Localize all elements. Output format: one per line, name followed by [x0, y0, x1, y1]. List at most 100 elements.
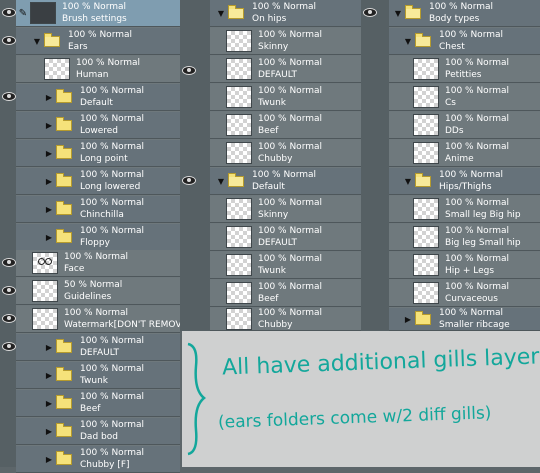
- layer-chest-cs[interactable]: 100 % Normal Cs: [389, 84, 540, 111]
- layers-panel-middle: ▼ 100 % Normal On hips 100 % Normal Skinny…: [180, 0, 361, 331]
- folder-icon: [56, 422, 72, 437]
- layer-name: Hip + Legs: [445, 266, 495, 276]
- folder-ears-lowered[interactable]: ▶ 100 % Normal Lowered: [16, 112, 180, 139]
- layer-brush-settings[interactable]: ✎ 100 % Normal Brush settings: [16, 0, 180, 27]
- layer-face[interactable]: 100 % Normal Face: [16, 250, 180, 277]
- chevron-right-icon[interactable]: ▶: [44, 233, 54, 242]
- chevron-right-icon[interactable]: ▶: [44, 121, 54, 130]
- eye-icon[interactable]: [182, 176, 196, 185]
- folder-body-default[interactable]: ▶ 100 % Normal DEFAULT: [16, 334, 180, 361]
- eye-icon[interactable]: [2, 342, 16, 351]
- folder-ears[interactable]: ▼ 100 % Normal Ears: [16, 28, 180, 55]
- layer-mode: 100 % Normal: [258, 114, 323, 124]
- layer-mode: 100 % Normal: [80, 420, 145, 430]
- layer-default-skinny[interactable]: 100 % Normal Skinny: [210, 196, 361, 223]
- chevron-right-icon[interactable]: ▶: [44, 149, 54, 158]
- chevron-right-icon[interactable]: ▶: [44, 343, 54, 352]
- layer-default-twunk[interactable]: 100 % Normal Twunk: [210, 252, 361, 279]
- layer-mode: 100 % Normal: [258, 86, 323, 96]
- folder-body-chubby[interactable]: ▶ 100 % Normal Chubby [F]: [16, 446, 180, 473]
- layer-thumbnail: [226, 254, 252, 276]
- layer-small-leg-big-hip[interactable]: 100 % Normal Small leg Big hip: [389, 196, 540, 223]
- layer-mode: 100 % Normal: [439, 308, 504, 318]
- chevron-down-icon[interactable]: ▼: [403, 177, 413, 186]
- folder-hips-thighs[interactable]: ▼ 100 % Normal Hips/Thighs: [389, 168, 540, 195]
- eye-icon[interactable]: [2, 314, 16, 323]
- folder-icon: [56, 338, 72, 353]
- chevron-down-icon[interactable]: ▼: [216, 177, 226, 186]
- layer-chest-dds[interactable]: 100 % Normal DDs: [389, 112, 540, 139]
- folder-default[interactable]: ▼ 100 % Normal Default: [210, 168, 361, 195]
- folder-open-icon: [415, 32, 431, 47]
- layer-name: Smaller ribcage: [439, 320, 510, 330]
- chevron-down-icon[interactable]: ▼: [32, 37, 42, 46]
- layer-name: Twunk: [80, 376, 108, 386]
- layer-mode: 100 % Normal: [64, 252, 129, 262]
- folder-icon: [56, 144, 72, 159]
- layer-name: Big leg Small hip: [445, 238, 521, 248]
- layer-hip-legs[interactable]: 100 % Normal Hip + Legs: [389, 252, 540, 279]
- folder-on-hips[interactable]: ▼ 100 % Normal On hips: [210, 0, 361, 27]
- chevron-right-icon[interactable]: ▶: [403, 315, 413, 324]
- curly-brace-mark: [187, 342, 206, 456]
- folder-body-types[interactable]: ▼ 100 % Normal Body types: [389, 0, 540, 27]
- layer-mode: 100 % Normal: [62, 2, 127, 12]
- eye-icon[interactable]: [2, 286, 16, 295]
- layer-chest-anime[interactable]: 100 % Normal Anime: [389, 140, 540, 167]
- layer-hips-chubby[interactable]: 100 % Normal Chubby: [210, 140, 361, 167]
- layer-chest-petitties[interactable]: 100 % Normal Petitties: [389, 56, 540, 83]
- folder-ears-chinchilla[interactable]: ▶ 100 % Normal Chinchilla: [16, 196, 180, 223]
- folder-icon: [56, 88, 72, 103]
- layer-default-chubby[interactable]: 100 % Normal Chubby: [210, 308, 361, 331]
- layer-mode: 100 % Normal: [258, 308, 323, 318]
- layer-default-beef[interactable]: 100 % Normal Beef: [210, 280, 361, 307]
- chevron-down-icon[interactable]: ▼: [393, 9, 403, 18]
- chevron-right-icon[interactable]: ▶: [44, 371, 54, 380]
- layer-mode: 100 % Normal: [445, 114, 510, 124]
- layer-hips-default[interactable]: 100 % Normal DEFAULT: [210, 56, 361, 83]
- layer-mode: 100 % Normal: [445, 282, 510, 292]
- eye-icon[interactable]: [182, 66, 196, 75]
- folder-ears-floppy[interactable]: ▶ 100 % Normal Floppy: [16, 224, 180, 251]
- layer-guidelines[interactable]: 50 % Normal Guidelines: [16, 278, 180, 305]
- chevron-right-icon[interactable]: ▶: [44, 93, 54, 102]
- layer-name: Chubby: [258, 320, 293, 330]
- eye-icon[interactable]: [2, 36, 16, 45]
- folder-ears-default[interactable]: ▶ 100 % Normal Default: [16, 84, 180, 111]
- folder-icon: [56, 366, 72, 381]
- eye-icon[interactable]: [2, 8, 16, 17]
- folder-body-dad-bod[interactable]: ▶ 100 % Normal Dad bod: [16, 418, 180, 445]
- layer-hips-twunk[interactable]: 100 % Normal Twunk: [210, 84, 361, 111]
- layer-thumbnail: [226, 30, 252, 52]
- folder-body-twunk[interactable]: ▶ 100 % Normal Twunk: [16, 362, 180, 389]
- layer-hips-skinny[interactable]: 100 % Normal Skinny: [210, 28, 361, 55]
- layer-hips-beef[interactable]: 100 % Normal Beef: [210, 112, 361, 139]
- layer-thumbnail: [30, 2, 56, 24]
- chevron-right-icon[interactable]: ▶: [44, 205, 54, 214]
- layer-name: Long lowered: [80, 182, 141, 192]
- layer-curvaceous[interactable]: 100 % Normal Curvaceous: [389, 280, 540, 307]
- eye-icon[interactable]: [2, 92, 16, 101]
- chevron-right-icon[interactable]: ▶: [44, 399, 54, 408]
- chevron-right-icon[interactable]: ▶: [44, 177, 54, 186]
- chevron-down-icon[interactable]: ▼: [403, 37, 413, 46]
- folder-body-beef[interactable]: ▶ 100 % Normal Beef: [16, 390, 180, 417]
- layer-big-leg-small-hip[interactable]: 100 % Normal Big leg Small hip: [389, 224, 540, 251]
- chevron-down-icon[interactable]: ▼: [216, 9, 226, 18]
- layer-human[interactable]: 100 % Normal Human: [16, 56, 180, 83]
- folder-chest[interactable]: ▼ 100 % Normal Chest: [389, 28, 540, 55]
- pen-icon: ✎: [18, 7, 28, 19]
- eye-icon[interactable]: [2, 258, 16, 267]
- layer-default-default[interactable]: 100 % Normal DEFAULT: [210, 224, 361, 251]
- chevron-right-icon[interactable]: ▶: [44, 427, 54, 436]
- layers-panel-right: ▼ 100 % Normal Body types ▼ 100 % Normal C…: [361, 0, 540, 331]
- layer-name: Lowered: [80, 126, 119, 136]
- layer-watermark[interactable]: 100 % Normal Watermark[DON'T REMOVE]: [16, 306, 191, 333]
- folder-ears-long-point[interactable]: ▶ 100 % Normal Long point: [16, 140, 180, 167]
- layer-name: Body types: [429, 14, 480, 24]
- eye-icon[interactable]: [363, 8, 377, 17]
- folder-ears-long-lowered[interactable]: ▶ 100 % Normal Long lowered: [16, 168, 180, 195]
- folder-smaller-ribcage[interactable]: ▶ 100 % Normal Smaller ribcage: [389, 308, 540, 331]
- layer-thumbnail: [32, 252, 58, 274]
- chevron-right-icon[interactable]: ▶: [44, 455, 54, 464]
